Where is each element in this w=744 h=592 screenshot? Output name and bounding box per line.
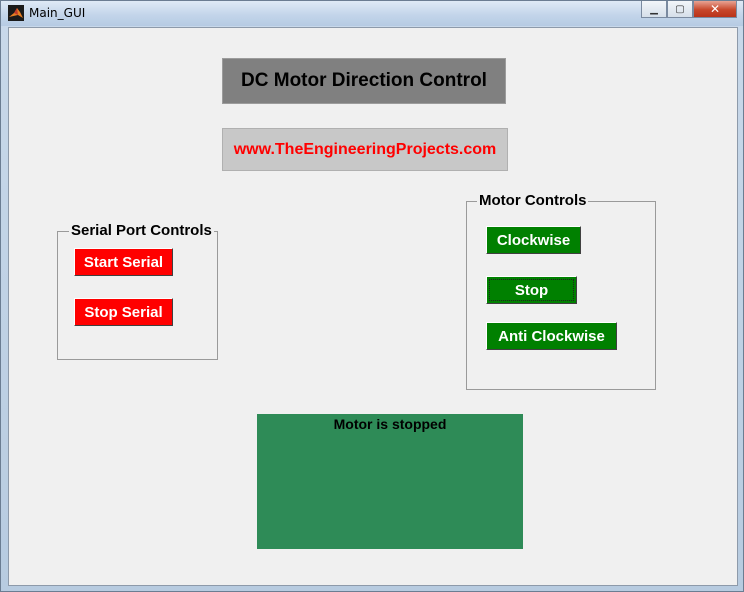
serial-port-group-title: Serial Port Controls (69, 222, 214, 240)
app-window: Main_GUI ▁ ▢ ✕ DC Motor Direction Contro… (0, 0, 744, 592)
maximize-icon: ▢ (675, 3, 685, 15)
close-button[interactable]: ✕ (693, 1, 737, 18)
serial-port-group: Serial Port Controls Start Serial Stop S… (57, 222, 218, 360)
maximize-button[interactable]: ▢ (667, 1, 693, 18)
clockwise-button[interactable]: Clockwise (486, 226, 581, 254)
minimize-icon: ▁ (650, 3, 658, 15)
anticlockwise-button[interactable]: Anti Clockwise (486, 322, 617, 350)
stop-serial-button[interactable]: Stop Serial (74, 298, 173, 326)
motor-controls-group-title: Motor Controls (477, 192, 589, 210)
window-controls: ▁ ▢ ✕ (641, 1, 737, 19)
title-bar[interactable]: Main_GUI ▁ ▢ ✕ (1, 1, 743, 26)
matlab-icon (8, 5, 24, 21)
page-title: DC Motor Direction Control (222, 58, 506, 104)
motor-controls-group: Motor Controls Clockwise Stop Anti Clock… (466, 192, 656, 390)
window-title: Main_GUI (29, 6, 86, 20)
minimize-button[interactable]: ▁ (641, 1, 667, 18)
start-serial-button[interactable]: Start Serial (74, 248, 173, 276)
status-panel: Motor is stopped (257, 414, 523, 549)
stop-motor-button[interactable]: Stop (486, 276, 577, 304)
website-label: www.TheEngineeringProjects.com (222, 128, 508, 171)
motor-status-text: Motor is stopped (333, 416, 447, 432)
figure-client-area: DC Motor Direction Control www.TheEngine… (8, 27, 738, 586)
close-icon: ✕ (709, 2, 721, 16)
